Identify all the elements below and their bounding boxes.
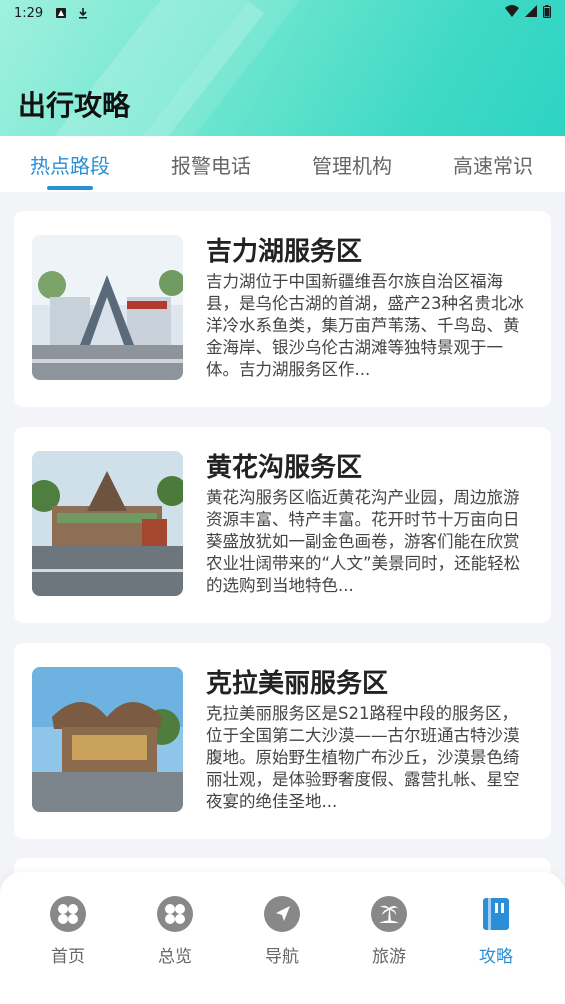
card-title: 吉力湖服务区	[206, 237, 363, 267]
tab-management[interactable]: 管理机构	[312, 150, 392, 179]
grid-icon	[157, 896, 193, 932]
nav-label: 攻略	[479, 947, 513, 967]
card-description: 吉力湖位于中国新疆维吾尔族自治区福海县，是乌伦古湖的首湖，盛产23种名贵北冰洋冷…	[206, 272, 524, 379]
bottom-nav: 首页 总览 导航 旅游 攻略	[0, 872, 565, 1004]
grid-icon	[50, 896, 86, 932]
nav-travel[interactable]: 旅游	[349, 896, 429, 967]
header: 1:29 出行攻略	[0, 0, 565, 136]
route-list: 吉力湖服务区 吉力湖位于中国新疆维吾尔族自治区福海县，是乌伦古湖的首湖，盛产23…	[0, 192, 565, 898]
island-icon	[371, 896, 407, 932]
service-area-photo	[32, 451, 183, 596]
nav-label: 总览	[158, 947, 192, 967]
card-description: 克拉美丽服务区是S21路程中段的服务区，位于全国第二大沙漠——古尔班通古特沙漠腹…	[206, 704, 520, 811]
nav-guide[interactable]: 攻略	[456, 896, 536, 967]
card-title: 克拉美丽服务区	[206, 669, 389, 699]
navigation-arrow-icon	[264, 896, 300, 932]
service-area-photo	[32, 667, 183, 812]
download-icon	[77, 7, 89, 19]
tab-emergency-phone[interactable]: 报警电话	[171, 150, 251, 179]
tab-indicator	[47, 186, 93, 190]
service-area-photo	[32, 235, 183, 380]
battery-icon	[543, 4, 551, 22]
signal-icon	[525, 5, 537, 21]
status-time: 1:29	[14, 5, 44, 21]
nav-navigation[interactable]: 导航	[242, 896, 322, 967]
guide-book-icon	[478, 896, 514, 932]
card-description: 黄花沟服务区临近黄花沟产业园，周边旅游资源丰富、特产丰富。花开时节十万亩向日葵盛…	[206, 488, 521, 595]
wifi-icon	[505, 5, 519, 21]
tab-bar: 热点路段 报警电话 管理机构 高速常识	[0, 136, 565, 192]
nav-label: 导航	[265, 947, 299, 967]
nav-overview[interactable]: 总览	[135, 896, 215, 967]
list-item[interactable]: 克拉美丽服务区 克拉美丽服务区是S21路程中段的服务区，位于全国第二大沙漠——古…	[14, 643, 551, 839]
nav-label: 旅游	[372, 947, 406, 967]
notification-icon	[55, 7, 67, 19]
page-title: 出行攻略	[18, 89, 131, 122]
list-item[interactable]: 黄花沟服务区 黄花沟服务区临近黄花沟产业园，周边旅游资源丰富、特产丰富。花开时节…	[14, 427, 551, 623]
status-bar: 1:29	[0, 0, 565, 26]
list-item[interactable]: 吉力湖服务区 吉力湖位于中国新疆维吾尔族自治区福海县，是乌伦古湖的首湖，盛产23…	[14, 211, 551, 407]
tab-highway-tips[interactable]: 高速常识	[453, 150, 533, 179]
nav-home[interactable]: 首页	[28, 896, 108, 967]
card-title: 黄花沟服务区	[206, 453, 363, 483]
tab-hot-routes[interactable]: 热点路段	[30, 150, 110, 179]
nav-label: 首页	[51, 947, 85, 967]
